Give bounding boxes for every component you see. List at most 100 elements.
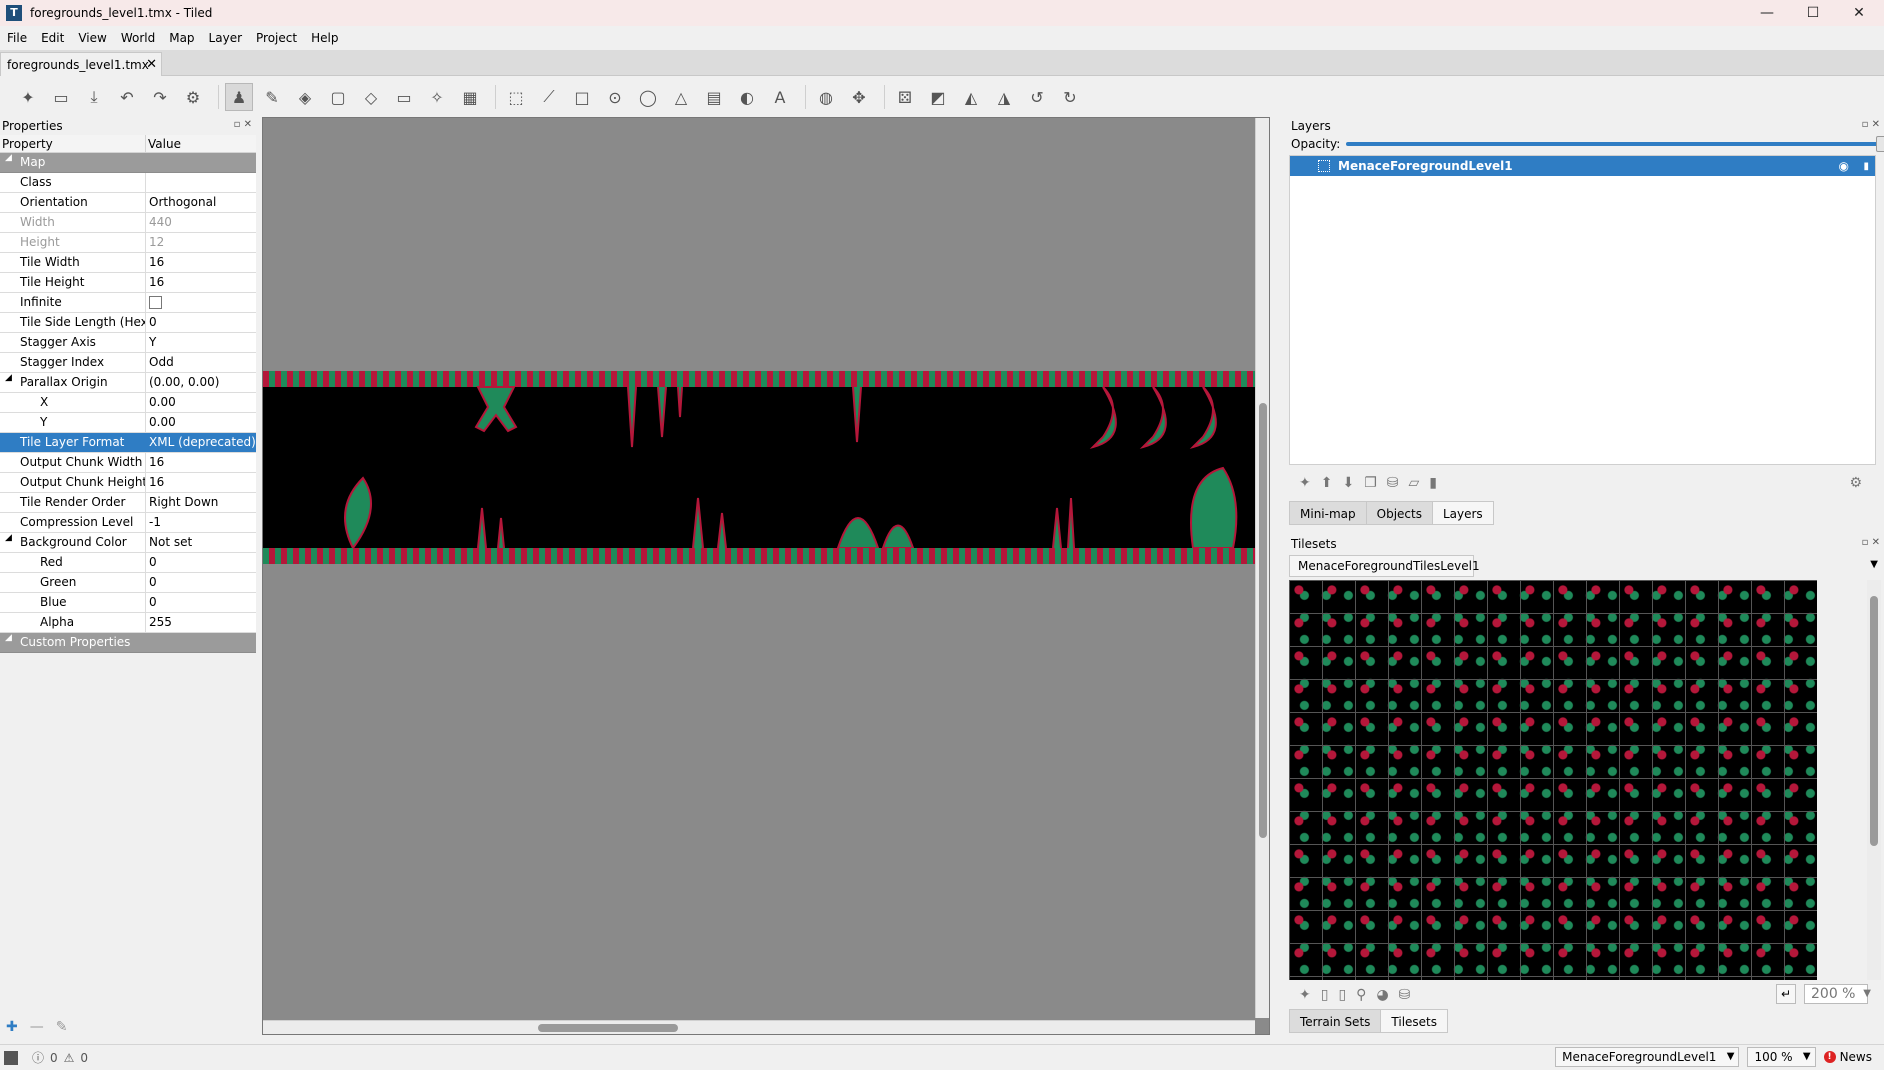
prop-background-color[interactable]: ◢ Background Color Not set: [0, 533, 256, 553]
prop-bg-green[interactable]: Green 0: [0, 573, 256, 593]
panel-float-close-icon[interactable]: ▫ ✕: [1862, 119, 1880, 130]
infinite-checkbox[interactable]: [149, 296, 162, 309]
random-mode-icon[interactable]: ⚄: [891, 83, 919, 111]
rotate-right-icon[interactable]: ↻: [1056, 83, 1084, 111]
prop-tile-layer-format[interactable]: Tile Layer Format XML (deprecated): [0, 433, 256, 453]
prop-output-chunk-height[interactable]: Output Chunk Height 16: [0, 473, 256, 493]
prop-stagger-index[interactable]: Stagger Index Odd: [0, 353, 256, 373]
map-canvas[interactable]: [262, 117, 1270, 1035]
wang-fill-icon[interactable]: ◩: [924, 83, 952, 111]
new-tileset-icon[interactable]: ✦: [1299, 987, 1311, 1003]
insert-tile-icon[interactable]: ▤: [700, 83, 728, 111]
menu-edit[interactable]: Edit: [34, 31, 71, 45]
open-file-icon[interactable]: ▭: [47, 83, 75, 111]
rotate-left-icon[interactable]: ↺: [1023, 83, 1051, 111]
show-hide-others-icon[interactable]: ▱: [1409, 475, 1420, 491]
world-tool-icon[interactable]: ◍: [812, 83, 840, 111]
map-vertical-scrollbar[interactable]: [1255, 118, 1269, 1018]
select-same-tile-icon[interactable]: ▦: [456, 83, 484, 111]
shape-fill-icon[interactable]: ▢: [324, 83, 352, 111]
group-map[interactable]: ◢ Map: [0, 153, 256, 173]
insert-polygon-icon[interactable]: △: [667, 83, 695, 111]
error-icon[interactable]: ⓘ: [32, 1049, 44, 1066]
menu-view[interactable]: View: [71, 31, 113, 45]
edit-tileset-icon[interactable]: ⚲: [1356, 987, 1366, 1003]
insert-text-icon[interactable]: A: [766, 83, 794, 111]
group-custom-properties[interactable]: ◢ Custom Properties: [0, 633, 256, 653]
prop-bg-red[interactable]: Red 0: [0, 553, 256, 573]
flip-vertical-icon[interactable]: ◮: [990, 83, 1018, 111]
insert-template-icon[interactable]: ◐: [733, 83, 761, 111]
insert-rectangle-icon[interactable]: □: [568, 83, 596, 111]
add-property-icon[interactable]: ✚: [6, 1019, 18, 1035]
layer-options-icon[interactable]: ⚙: [1849, 475, 1862, 491]
map-horizontal-scrollbar[interactable]: [263, 1020, 1255, 1034]
prop-infinite[interactable]: Infinite: [0, 293, 256, 313]
close-button[interactable]: ✕: [1836, 0, 1882, 26]
prop-parallax-y[interactable]: Y 0.00: [0, 413, 256, 433]
prop-parallax-x[interactable]: X 0.00: [0, 393, 256, 413]
scrollbar-thumb[interactable]: [538, 1024, 678, 1032]
insert-point-icon[interactable]: ⊙: [601, 83, 629, 111]
collapse-caret-icon[interactable]: ◢: [5, 373, 12, 383]
collapse-caret-icon[interactable]: ◢: [5, 153, 12, 163]
delete-layer-icon[interactable]: ⛁: [1387, 475, 1399, 491]
tileset-zoom-select[interactable]: 200 % ▼: [1804, 984, 1871, 1004]
select-objects-icon[interactable]: ⬚: [502, 83, 530, 111]
embed-tileset-icon[interactable]: ▯: [1321, 987, 1329, 1003]
remove-property-icon[interactable]: —: [30, 1019, 44, 1035]
new-file-icon[interactable]: ✦: [14, 83, 42, 111]
bucket-fill-icon[interactable]: ◈: [291, 83, 319, 111]
tab-terrain-sets[interactable]: Terrain Sets: [1289, 1009, 1382, 1033]
lock-unlock-icon[interactable]: ▮: [1429, 475, 1437, 491]
flip-horizontal-icon[interactable]: ◭: [957, 83, 985, 111]
map-zoom-select[interactable]: 100 % ▼: [1747, 1047, 1816, 1067]
edit-polygons-icon[interactable]: ⟋: [535, 83, 563, 111]
tab-objects[interactable]: Objects: [1365, 501, 1433, 525]
wrap-toggle-icon[interactable]: ↵: [1776, 984, 1796, 1004]
doc-tab-foregrounds-level1[interactable]: foregrounds_level1.tmx ✕: [0, 52, 162, 76]
tileset-tab-active[interactable]: MenaceForegroundTilesLevel1: [1289, 555, 1480, 577]
eraser-icon[interactable]: ◇: [357, 83, 385, 111]
menu-world[interactable]: World: [114, 31, 162, 45]
prop-tile-side-length[interactable]: Tile Side Length (Hex) 0: [0, 313, 256, 333]
prop-bg-blue[interactable]: Blue 0: [0, 593, 256, 613]
collapse-caret-icon[interactable]: ◢: [5, 533, 12, 543]
tab-tilesets[interactable]: Tilesets: [1380, 1009, 1449, 1033]
rename-property-icon[interactable]: ✎: [56, 1019, 68, 1035]
terrain-brush-icon[interactable]: ✎: [258, 83, 286, 111]
panel-float-close-icon[interactable]: ▫ ✕: [234, 119, 252, 130]
move-world-icon[interactable]: ✥: [845, 83, 873, 111]
news-button[interactable]: ! News: [1823, 1050, 1872, 1064]
col-property-header[interactable]: Property: [0, 135, 146, 152]
map-tile-layer-view[interactable]: [263, 371, 1269, 564]
menu-help[interactable]: Help: [304, 31, 345, 45]
tileset-tile-grid[interactable]: [1289, 580, 1817, 980]
maximize-button[interactable]: ☐: [1790, 0, 1836, 26]
layer-item-menace-foreground-level1[interactable]: MenaceForegroundLevel1 ◉ ▮: [1290, 156, 1875, 176]
prop-parallax-origin[interactable]: ◢ Parallax Origin (0.00, 0.00): [0, 373, 256, 393]
prop-class[interactable]: Class: [0, 173, 256, 193]
export-tileset-icon[interactable]: ▯: [1338, 987, 1346, 1003]
current-layer-select[interactable]: MenaceForegroundLevel1 ▼: [1555, 1047, 1740, 1067]
commands-icon[interactable]: ⚙: [179, 83, 207, 111]
doc-tab-close-icon[interactable]: ✕: [146, 57, 157, 72]
opacity-slider[interactable]: [1346, 136, 1884, 152]
remove-tileset-icon[interactable]: ⛁: [1399, 987, 1411, 1003]
prop-tile-height[interactable]: Tile Height 16: [0, 273, 256, 293]
menu-map[interactable]: Map: [162, 31, 201, 45]
rect-select-icon[interactable]: ▭: [390, 83, 418, 111]
visibility-eye-icon[interactable]: ◉: [1839, 159, 1849, 173]
dynamic-wrapping-icon[interactable]: ◕: [1376, 987, 1388, 1003]
new-layer-icon[interactable]: ✦: [1299, 475, 1311, 491]
prop-output-chunk-width[interactable]: Output Chunk Width 16: [0, 453, 256, 473]
raise-layer-icon[interactable]: ⬆: [1321, 475, 1333, 491]
menu-project[interactable]: Project: [249, 31, 304, 45]
prop-bg-alpha[interactable]: Alpha 255: [0, 613, 256, 633]
save-file-icon[interactable]: ⤓: [80, 83, 108, 111]
prop-tile-render-order[interactable]: Tile Render Order Right Down: [0, 493, 256, 513]
prop-orientation[interactable]: Orientation Orthogonal: [0, 193, 256, 213]
lock-icon[interactable]: ▮: [1863, 161, 1869, 172]
prop-compression-level[interactable]: Compression Level -1: [0, 513, 256, 533]
opacity-slider-handle[interactable]: [1876, 136, 1884, 152]
